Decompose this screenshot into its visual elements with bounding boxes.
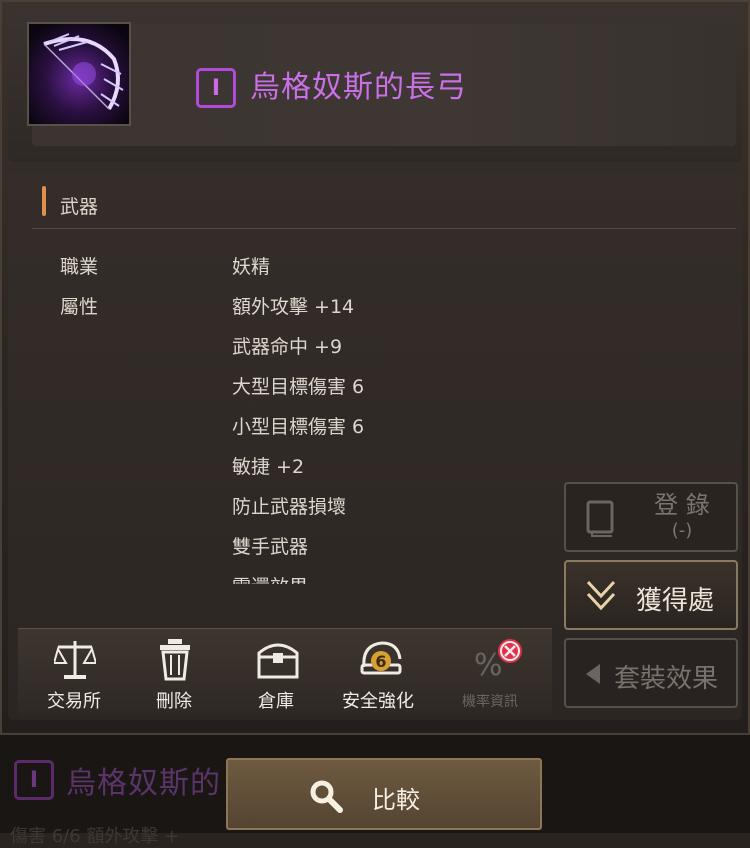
chest-icon	[257, 643, 299, 679]
triangle-left-icon	[586, 664, 600, 684]
stat-value: 小型目標傷害 6	[232, 416, 365, 438]
stat-value: 武器命中 +9	[232, 336, 343, 358]
item-name: 烏格奴斯的長弓	[250, 70, 467, 105]
background-item-name: 烏格奴斯的	[66, 766, 221, 801]
safe-enhance-label: 安全強化	[342, 691, 414, 712]
compare-button[interactable]: 比較	[226, 758, 542, 830]
longbow-icon	[27, 22, 131, 126]
enhance-icon: 6	[360, 641, 402, 675]
scales-icon	[54, 641, 96, 679]
background-tier-badge: I	[14, 760, 54, 800]
magnifier-icon	[310, 780, 343, 813]
stat-row: 敏捷 +2	[0, 446, 560, 486]
book-icon	[586, 500, 614, 537]
delete-label: 刪除	[156, 691, 192, 712]
stat-value: 需還效果	[232, 572, 308, 584]
set-effect-button[interactable]: 套裝效果	[564, 638, 738, 708]
stat-row: 雙手武器	[0, 526, 560, 566]
register-label: 登 錄	[654, 491, 710, 519]
stat-key: 屬性	[60, 296, 99, 318]
probability-button[interactable]: % 機率資訊	[438, 637, 542, 713]
acquire-icon	[586, 580, 616, 611]
acquire-source-button[interactable]: 獲得處	[564, 560, 738, 630]
stat-row: 武器命中 +9	[0, 326, 560, 366]
percent-icon: %	[474, 639, 522, 683]
stat-row: 職業 妖精	[0, 246, 560, 286]
storage-label: 倉庫	[258, 691, 294, 712]
acquire-label: 獲得處	[636, 586, 715, 616]
register-button[interactable]: 登 錄 (-)	[564, 482, 738, 552]
stat-value: 額外攻擊 +14	[232, 296, 355, 318]
storage-button[interactable]: 倉庫	[224, 637, 328, 713]
stat-value: 雙手武器	[232, 536, 309, 558]
tier-badge: I	[196, 68, 236, 108]
compare-label: 比較	[372, 786, 420, 814]
exchange-label: 交易所	[47, 691, 101, 712]
stat-row: 大型目標傷害 6	[0, 366, 560, 406]
exchange-button[interactable]: 交易所	[22, 637, 126, 713]
category-label: 武器	[60, 196, 99, 218]
stat-value: 防止武器損壞	[232, 496, 347, 518]
action-toolbar: 交易所 刪除 倉庫 6 安全強化 % 機率資訊	[18, 628, 552, 717]
svg-text:6: 6	[375, 652, 386, 671]
divider	[32, 228, 736, 229]
safe-enhance-button[interactable]: 6 安全強化	[326, 637, 430, 713]
stat-value: 敏捷 +2	[232, 456, 305, 478]
stat-row: 防止武器損壞	[0, 486, 560, 526]
register-count: (-)	[671, 520, 693, 541]
stat-key: 職業	[60, 256, 99, 278]
trash-icon	[160, 639, 190, 681]
category-marker	[42, 186, 46, 216]
stat-row: 需還效果	[0, 566, 560, 584]
background-stat-line: 傷害 6/6 額外攻擊 +	[10, 826, 180, 847]
stat-row: 小型目標傷害 6	[0, 406, 560, 446]
delete-button[interactable]: 刪除	[122, 637, 226, 713]
stats-list[interactable]: 職業 妖精 屬性 額外攻擊 +14 武器命中 +9 大型目標傷害 6 小型目標傷…	[0, 246, 560, 584]
set-effect-label: 套裝效果	[614, 664, 719, 694]
stat-row: 屬性 額外攻擊 +14	[0, 286, 560, 326]
stat-value: 妖精	[232, 256, 271, 278]
stat-value: 大型目標傷害 6	[232, 376, 365, 398]
probability-label: 機率資訊	[462, 694, 518, 710]
